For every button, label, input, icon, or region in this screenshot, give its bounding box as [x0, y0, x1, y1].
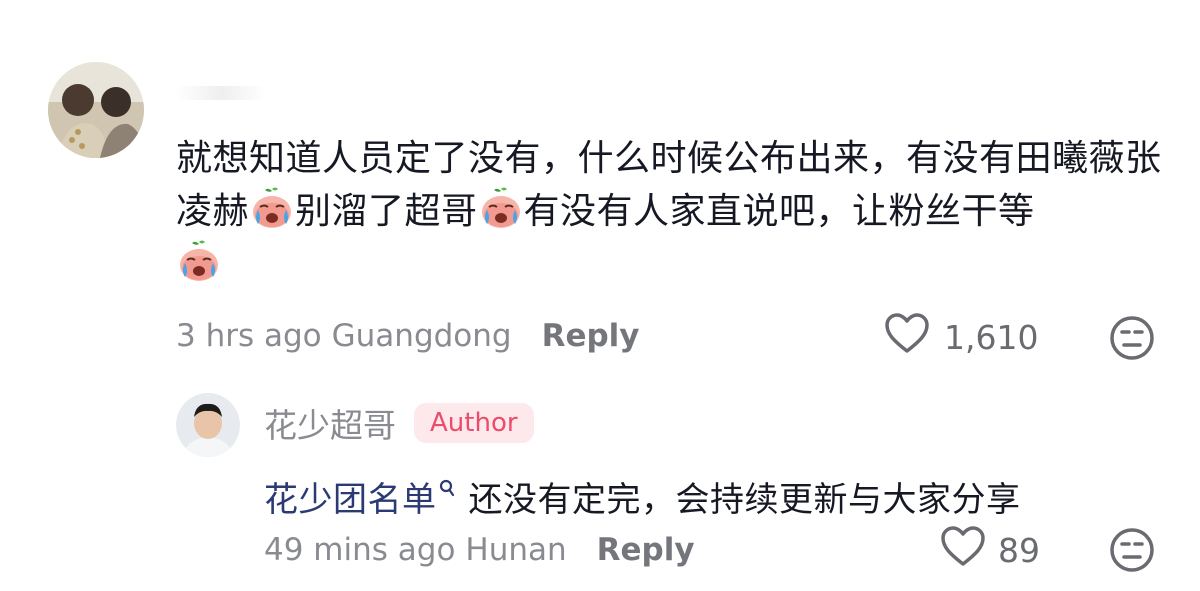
reply-button[interactable]: Reply [542, 318, 640, 354]
reply-button[interactable]: Reply [597, 532, 695, 568]
heart-outline-icon[interactable] [940, 525, 986, 575]
comment-like-button[interactable]: 1,610 [884, 312, 1038, 362]
reply-location: Hunan [465, 532, 567, 568]
reply-like-button[interactable]: 89 [940, 525, 1040, 575]
reply-text: 花少团名单 还没有定完，会持续更新与大家分享 [264, 462, 1021, 524]
crying-emoji-icon [249, 185, 295, 231]
comment-text-part3: 有没有人家直说吧，让粉丝干等 [523, 191, 1035, 232]
reply-like-count: 89 [998, 530, 1040, 570]
comment-time: 3 hrs ago [176, 318, 322, 354]
comment-like-count: 1,610 [944, 317, 1039, 357]
meh-face-icon[interactable] [1108, 314, 1156, 362]
reply-time: 49 mins ago [264, 532, 456, 568]
crying-emoji-icon [176, 238, 222, 284]
reply-meta: 49 mins ago Hunan Reply [264, 528, 695, 572]
commenter-avatar[interactable] [48, 62, 144, 158]
comment-location: Guangdong [331, 318, 512, 354]
mention-link[interactable]: 花少团名单 [264, 480, 437, 520]
search-mini-icon[interactable] [439, 462, 455, 510]
reply-body: 还没有定完，会持续更新与大家分享 [468, 480, 1021, 520]
author-header: 花少超哥 Author [264, 400, 534, 446]
crying-emoji-icon [478, 185, 524, 231]
comment-text-part2: 别溜了超哥 [295, 191, 478, 232]
author-username[interactable]: 花少超哥 [264, 399, 396, 447]
commenter-username-hidden[interactable] [176, 86, 266, 100]
author-badge: Author [414, 403, 534, 443]
meh-face-icon[interactable] [1108, 526, 1156, 574]
author-avatar[interactable] [176, 393, 240, 457]
comment-text: 就想知道人员定了没有，什么时候公布出来，有没有田曦薇张凌赫 别溜了超哥 有没有人家直… [176, 132, 1166, 291]
comment-meta: 3 hrs ago Guangdong Reply [176, 314, 640, 358]
heart-outline-icon[interactable] [884, 312, 930, 362]
